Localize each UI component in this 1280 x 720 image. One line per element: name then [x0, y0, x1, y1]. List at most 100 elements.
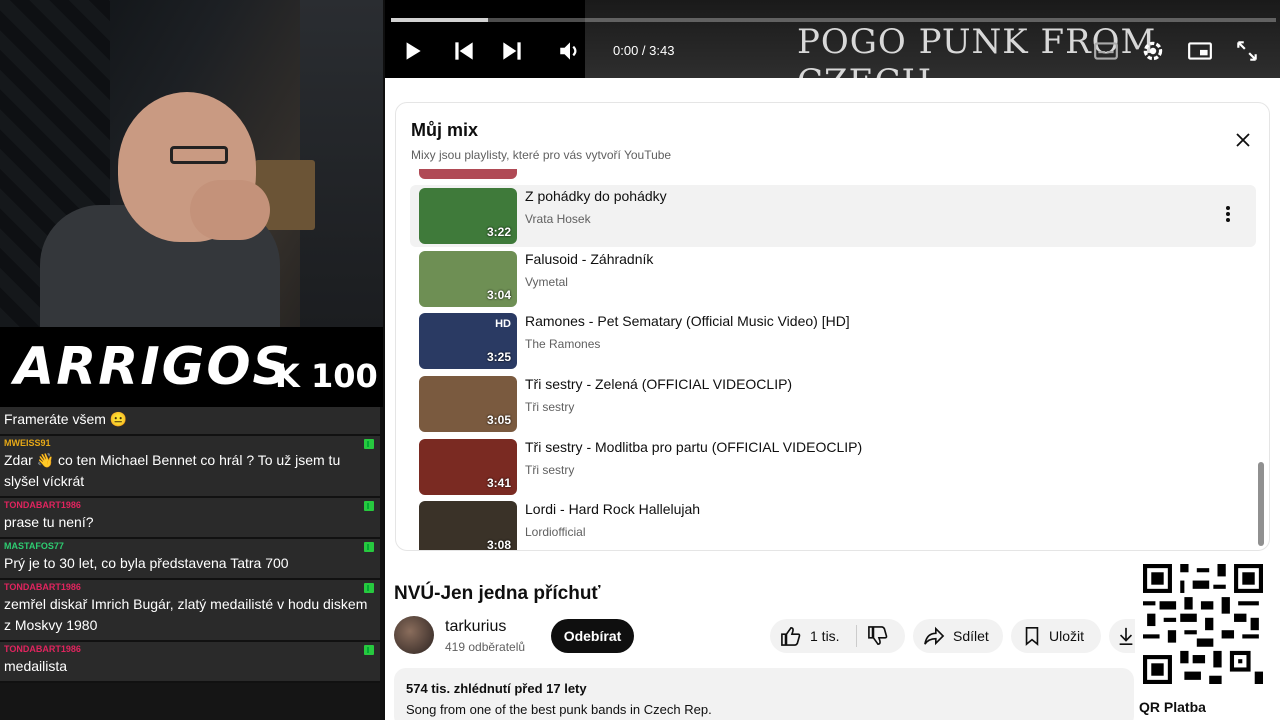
platform-badge-icon	[364, 439, 374, 449]
chat-text: medailista	[4, 658, 68, 674]
chat-text: Zdar 👋 co ten Michael Bennet co hrál ? T…	[4, 452, 341, 489]
share-button[interactable]: Sdílet	[913, 619, 1003, 653]
stream-rank: K 100	[275, 357, 378, 395]
playlist-item-title[interactable]: Falusoid - Záhradník	[525, 251, 653, 267]
chat-nick: MWEISS91	[4, 438, 51, 448]
volume-icon[interactable]	[557, 38, 583, 64]
playlist-item-channel[interactable]: The Ramones	[525, 337, 600, 351]
close-icon[interactable]	[1234, 131, 1252, 149]
chat-text: zemřel diskař Imrich Bugár, zlatý medail…	[4, 596, 368, 633]
playlist-item-channel[interactable]: Lordiofficial	[525, 525, 585, 539]
like-icon[interactable]	[780, 626, 802, 646]
duration-badge: 3:25	[486, 350, 511, 364]
playlist-item-title[interactable]: Tři sestry - Zelená (OFFICIAL VIDEOCLIP)	[525, 376, 792, 392]
view-count-date: 574 tis. zhlédnutí před 17 lety	[406, 681, 587, 696]
scrollbar-thumb[interactable]	[1258, 462, 1264, 546]
chat-message: TONDABART1986 medailista	[0, 642, 380, 683]
progress-fill	[391, 18, 489, 22]
qr-label: QR Platba	[1139, 699, 1206, 715]
chat-nick: MASTAFOS77	[4, 541, 64, 551]
mix-title: Můj mix	[411, 120, 479, 140]
video-thumbnail[interactable]: 3:08	[419, 501, 517, 551]
chat-nick: TONDABART1986	[4, 644, 81, 654]
like-dislike-group: 1 tis.	[770, 619, 905, 653]
chat-message: TONDABART1986 prase tu není?	[0, 498, 380, 539]
stream-chat: Frameráte všem 😐 MWEISS91 Zdar 👋 co ten …	[0, 407, 380, 720]
chat-text: prase tu není?	[4, 514, 94, 530]
video-thumbnail[interactable]: 3:05	[419, 376, 517, 432]
playlist-item-channel[interactable]: Vymetal	[525, 275, 568, 289]
previous-icon[interactable]	[451, 38, 477, 64]
video-thumbnail[interactable]: 3:04	[419, 251, 517, 307]
duration-badge: 3:08	[486, 538, 511, 551]
chat-message: MWEISS91 Zdar 👋 co ten Michael Bennet co…	[0, 436, 380, 498]
previous-item-thumbnail	[419, 169, 517, 179]
share-icon	[924, 626, 945, 646]
miniplayer-icon[interactable]	[1187, 38, 1213, 64]
subtitles-icon[interactable]	[1093, 38, 1119, 64]
playlist-item-title[interactable]: Tři sestry - Modlitba pro partu (OFFICIA…	[525, 439, 862, 455]
playlist-item-channel[interactable]: Tři sestry	[525, 463, 574, 477]
download-icon	[1119, 627, 1133, 645]
video-thumbnail[interactable]: 3:41	[419, 439, 517, 495]
duration-badge: 3:04	[486, 288, 511, 302]
channel-avatar[interactable]	[394, 616, 434, 654]
more-options-icon[interactable]	[1225, 205, 1231, 223]
chat-message: Frameráte všem 😐	[0, 407, 380, 436]
stream-overlay: ARRIGOS K 100 Frameráte všem 😐 MWEISS91 …	[0, 0, 383, 720]
platform-badge-icon	[364, 501, 374, 511]
playlist-item-title[interactable]: Lordi - Hard Rock Hallelujah	[525, 501, 700, 517]
description-text: Song from one of the best punk bands in …	[406, 702, 712, 717]
video-thumbnail[interactable]: 3:22	[419, 188, 517, 244]
platform-badge-icon	[364, 583, 374, 593]
duration-badge: 3:22	[486, 225, 511, 239]
next-icon[interactable]	[499, 38, 525, 64]
chat-text: Frameráte všem 😐	[4, 411, 128, 427]
subscriber-count: 419 odběratelů	[445, 640, 526, 654]
platform-badge-icon	[364, 542, 374, 552]
playlist-item-title[interactable]: Z pohádky do pohádky	[525, 188, 667, 204]
time-display: 0:00 / 3:43	[613, 43, 675, 58]
qr-code-icon	[1143, 564, 1263, 684]
mix-panel: Můj mix Mixy jsou playlisty, které pro v…	[395, 102, 1270, 551]
platform-badge-icon	[364, 645, 374, 655]
video-frame: POGO PUNK FROM CZECH	[585, 0, 1280, 78]
chat-message: MASTAFOS77 Prý je to 30 let, co byla pře…	[0, 539, 380, 580]
chat-text: Prý je to 30 let, co byla představena Ta…	[4, 555, 289, 571]
video-thumbnail[interactable]: HD 3:25	[419, 313, 517, 369]
description-box[interactable]: 574 tis. zhlédnutí před 17 lety Song fro…	[394, 668, 1134, 720]
hd-badge: HD	[495, 318, 511, 330]
playlist-item-channel[interactable]: Tři sestry	[525, 400, 574, 414]
channel-name[interactable]: tarkurius	[445, 618, 506, 636]
dislike-icon[interactable]	[867, 626, 889, 646]
share-label: Sdílet	[953, 628, 989, 644]
playlist-item-title[interactable]: Ramones - Pet Sematary (Official Music V…	[525, 313, 850, 329]
bookmark-icon	[1025, 627, 1039, 646]
playlist-item[interactable]: 3:04 Falusoid - Záhradník Vymetal	[410, 248, 1256, 310]
fullscreen-icon[interactable]	[1234, 38, 1260, 64]
playlist-item[interactable]: 3:41 Tři sestry - Modlitba pro partu (OF…	[410, 436, 1256, 498]
like-count[interactable]: 1 tis.	[810, 628, 840, 644]
save-label: Uložit	[1049, 628, 1085, 644]
playlist-item[interactable]: 3:05 Tři sestry - Zelená (OFFICIAL VIDEO…	[410, 373, 1256, 435]
stream-brand-bar: ARRIGOS K 100	[0, 327, 383, 407]
save-button[interactable]: Uložit	[1011, 619, 1101, 653]
subscribe-button[interactable]: Odebírat	[551, 619, 634, 653]
qr-payment-overlay: QR Platba	[1135, 560, 1280, 720]
stream-logo: ARRIGOS	[14, 337, 293, 397]
video-title: NVÚ-Jen jedna příchuť	[394, 583, 601, 604]
duration-badge: 3:05	[486, 413, 511, 427]
playlist-item[interactable]: 3:08 Lordi - Hard Rock Hallelujah Lordio…	[410, 498, 1256, 551]
playlist-item[interactable]: HD 3:25 Ramones - Pet Sematary (Official…	[410, 310, 1256, 372]
mix-subtitle: Mixy jsou playlisty, které pro vás vytvo…	[411, 148, 672, 162]
progress-bar[interactable]	[391, 18, 1276, 22]
playlist-item[interactable]: 3:22 Z pohádky do pohádky Vrata Hosek	[410, 185, 1256, 247]
webcam-feed	[0, 0, 383, 327]
chat-message: TONDABART1986 zemřel diskař Imrich Bugár…	[0, 580, 380, 642]
play-icon[interactable]	[399, 38, 425, 64]
settings-gear-icon[interactable]	[1140, 38, 1166, 64]
playlist-item-channel[interactable]: Vrata Hosek	[525, 212, 591, 226]
video-player[interactable]: POGO PUNK FROM CZECH 0:00 / 3:43	[385, 0, 1280, 78]
chat-nick: TONDABART1986	[4, 582, 81, 592]
chat-nick: TONDABART1986	[4, 500, 81, 510]
